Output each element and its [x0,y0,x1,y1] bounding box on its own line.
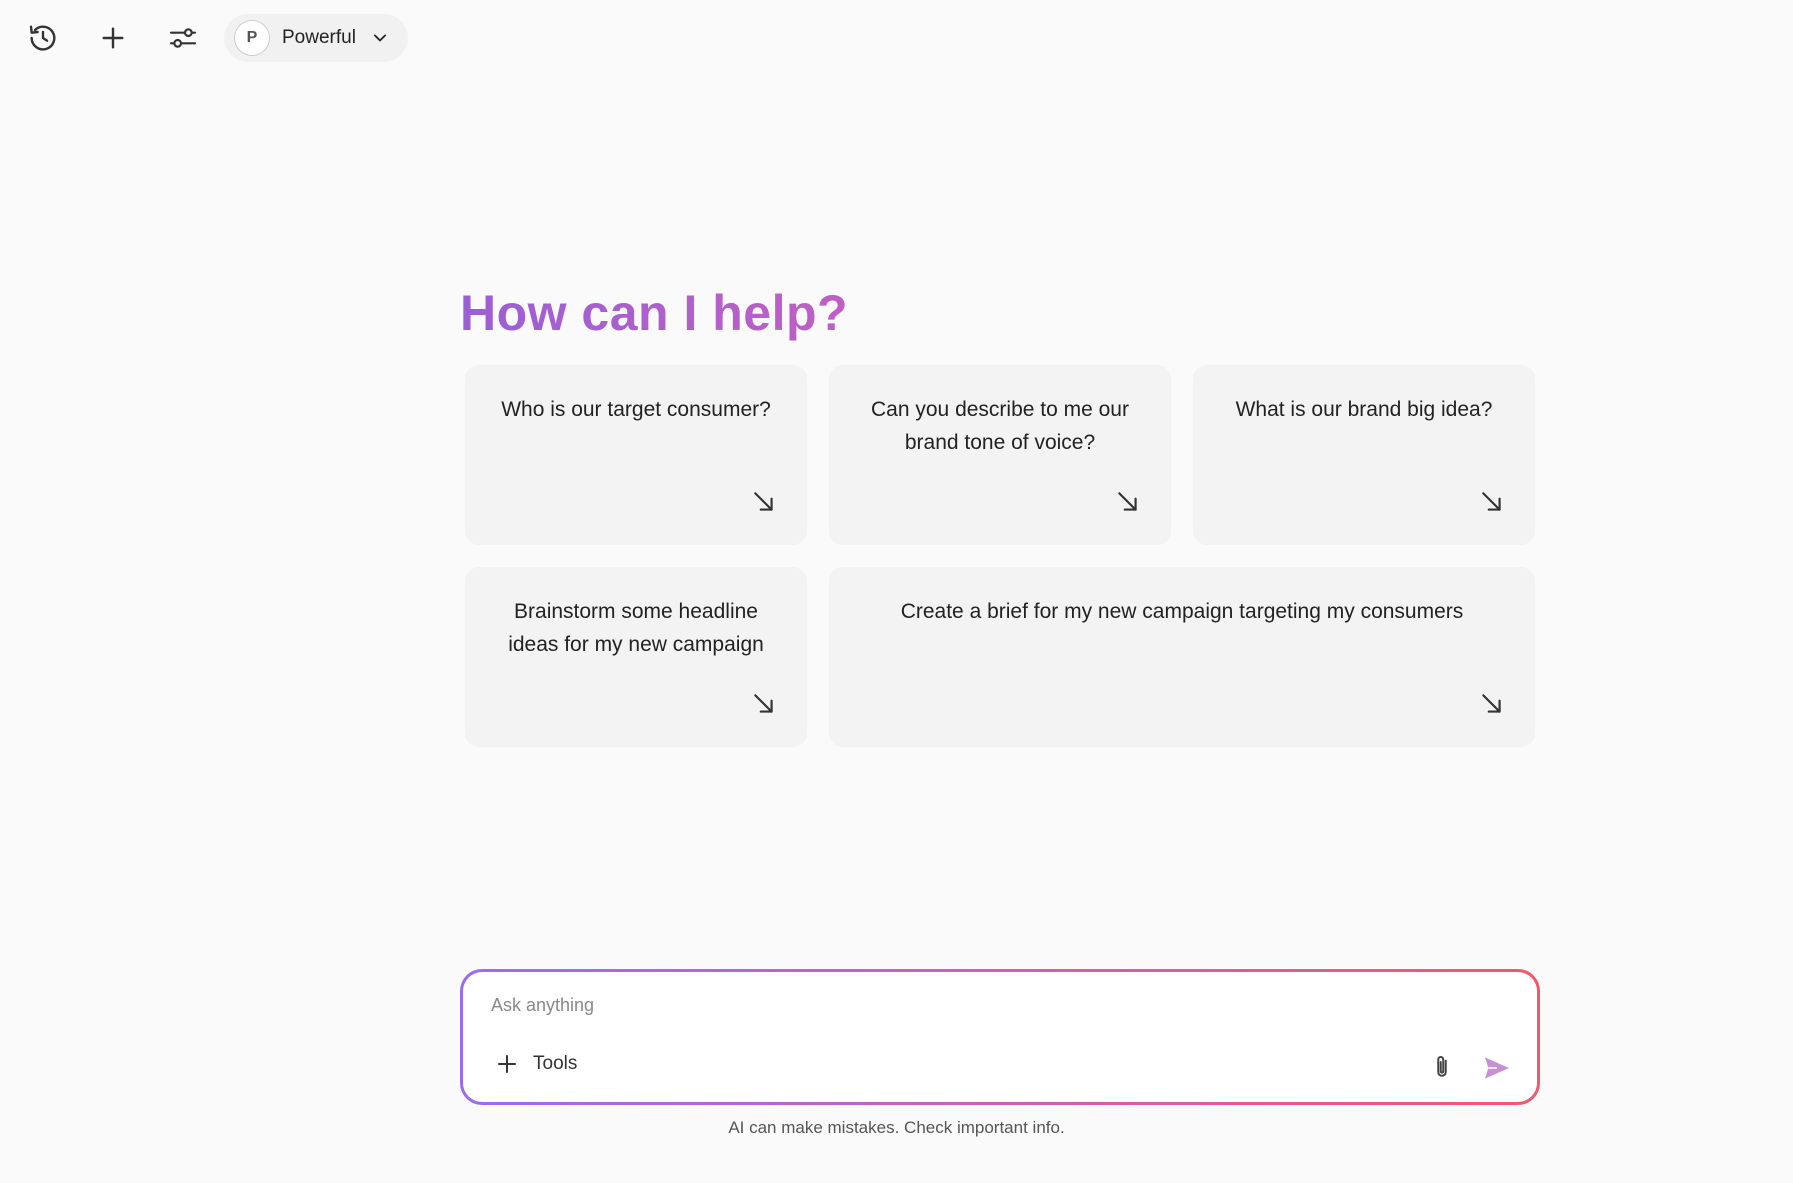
suggestion-card[interactable]: Create a brief for my new campaign targe… [829,567,1535,747]
chevron-down-icon [374,34,386,42]
plus-icon [498,1055,516,1073]
model-avatar: P [234,20,270,56]
plus-icon [102,27,124,49]
top-toolbar: P Powerful [20,10,408,66]
composer-body: Tools [463,972,1537,1102]
history-button[interactable] [20,15,66,61]
settings-button[interactable] [160,15,206,61]
tools-button[interactable]: Tools [495,1052,577,1076]
arrow-down-right-icon [1482,492,1501,511]
suggestion-cards: Who is our target consumer? Can you desc… [465,365,1535,747]
suggestion-card[interactable]: What is our brand big idea? [1193,365,1535,545]
suggestion-card[interactable]: Can you describe to me our brand tone of… [829,365,1171,545]
disclaimer-text: AI can make mistakes. Check important in… [728,1118,1065,1137]
suggestion-card[interactable]: Brainstorm some headline ideas for my ne… [465,567,807,747]
new-chat-button[interactable] [90,15,136,61]
arrow-down-right-icon [754,694,773,713]
send-button[interactable] [1479,1050,1515,1086]
page-heading: How can I help? [460,285,849,341]
tools-label: Tools [533,1053,578,1074]
paperclip-icon [1437,1056,1447,1077]
arrow-down-right-icon [1482,694,1501,713]
arrow-down-right-icon [1118,492,1137,511]
chat-input[interactable] [489,994,1493,1017]
history-icon [29,25,56,51]
suggestion-text: Who is our target consumer? [501,398,771,421]
page: P Powerful How can I help? Who is our ta… [0,0,1793,1183]
suggestion-text: Create a brief for my new campaign targe… [900,600,1464,623]
suggestion-text: Brainstorm some headline ideas for my ne… [508,600,764,656]
suggestion-card[interactable]: Who is our target consumer? [465,365,807,545]
chat-composer: Tools [460,969,1540,1105]
suggestion-text: What is our brand big idea? [1235,398,1493,421]
arrow-down-right-icon [754,492,773,511]
attach-button[interactable] [1425,1050,1459,1084]
model-selector[interactable]: P Powerful [224,14,408,62]
send-icon [1485,1057,1509,1079]
sliders-icon [169,28,197,48]
model-name: Powerful [282,27,356,48]
suggestion-text: Can you describe to me our brand tone of… [871,398,1129,454]
